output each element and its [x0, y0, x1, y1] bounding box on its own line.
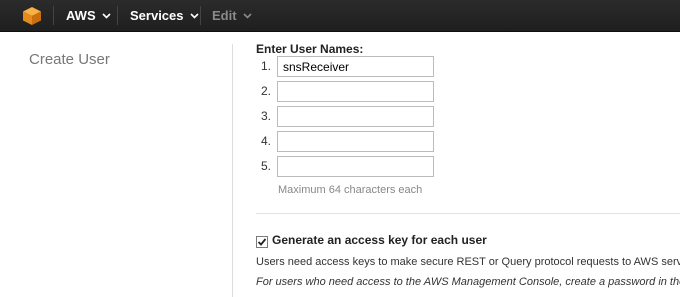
max-characters-hint: Maximum 64 characters each [278, 184, 423, 196]
nav-separator [117, 6, 118, 25]
nav-separator [200, 6, 201, 25]
edit-menu-label: Edit [212, 8, 237, 23]
console-password-info-text: For users who need access to the AWS Man… [256, 276, 680, 288]
user-names-heading: Enter User Names: [256, 42, 364, 56]
services-menu[interactable]: Services [130, 0, 199, 31]
user-name-input-2[interactable] [277, 81, 434, 102]
user-name-input-5[interactable] [277, 156, 434, 177]
nav-separator [53, 6, 54, 25]
access-key-info-text: Users need access keys to make secure RE… [256, 256, 680, 268]
generate-access-key-label[interactable]: Generate an access key for each user [272, 233, 487, 247]
page-title: Create User [29, 51, 110, 68]
aws-menu-label: AWS [66, 8, 96, 23]
services-menu-label: Services [130, 8, 184, 23]
row-number: 4. [260, 134, 271, 148]
horizontal-divider [256, 213, 680, 214]
vertical-divider [232, 44, 233, 297]
row-number: 1. [260, 59, 271, 73]
aws-menu[interactable]: AWS [66, 0, 111, 31]
top-navigation-bar: AWS Services Edit [0, 0, 680, 32]
user-name-input-1[interactable] [277, 56, 434, 77]
chevron-down-icon [242, 12, 252, 19]
user-name-input-3[interactable] [277, 106, 434, 127]
checkmark-icon [257, 238, 267, 246]
chevron-down-icon [189, 12, 199, 19]
edit-menu[interactable]: Edit [212, 0, 252, 31]
row-number: 3. [260, 109, 271, 123]
aws-cube-icon[interactable] [22, 6, 42, 26]
chevron-down-icon [102, 12, 111, 19]
row-number: 2. [260, 84, 271, 98]
user-name-input-4[interactable] [277, 131, 434, 152]
generate-access-key-checkbox[interactable] [256, 236, 268, 248]
row-number: 5. [260, 159, 271, 173]
